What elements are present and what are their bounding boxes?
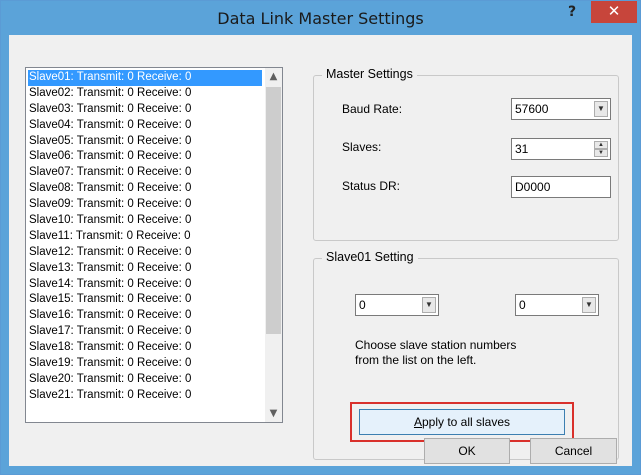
- apply-to-all-button[interactable]: Apply to all slaves: [359, 409, 565, 435]
- chevron-down-icon[interactable]: ▼: [422, 297, 436, 313]
- list-item[interactable]: Slave11: Transmit: 0 Receive: 0: [28, 229, 262, 245]
- scroll-down-icon[interactable]: ▼: [265, 405, 282, 422]
- scroll-thumb[interactable]: [266, 87, 281, 334]
- list-item[interactable]: Slave16: Transmit: 0 Receive: 0: [28, 308, 262, 324]
- slaves-stepper[interactable]: 31 ▲ ▼: [511, 138, 611, 160]
- list-item[interactable]: Slave15: Transmit: 0 Receive: 0: [28, 292, 262, 308]
- status-dr-label: Status DR:: [342, 179, 401, 193]
- close-button[interactable]: ✕: [591, 1, 637, 23]
- baud-rate-select[interactable]: 57600 ▼: [511, 98, 611, 120]
- list-item[interactable]: Slave12: Transmit: 0 Receive: 0: [28, 245, 262, 261]
- baud-rate-value: 57600: [515, 102, 549, 116]
- ok-button[interactable]: OK: [424, 438, 510, 464]
- slave-setting-label: Slave01 Setting: [322, 250, 418, 264]
- receive-select[interactable]: 0 ▼: [515, 294, 599, 316]
- window-title: Data Link Master Settings: [217, 9, 424, 28]
- list-item[interactable]: Slave10: Transmit: 0 Receive: 0: [28, 213, 262, 229]
- slave-hint-line1: Choose slave station numbers: [355, 338, 517, 352]
- list-item[interactable]: Slave01: Transmit: 0 Receive: 0: [28, 70, 262, 86]
- list-item[interactable]: Slave21: Transmit: 0 Receive: 0: [28, 388, 262, 404]
- transmit-value: 0: [359, 298, 366, 312]
- apply-highlight: Apply to all slaves: [350, 402, 574, 442]
- master-settings-label: Master Settings: [322, 67, 417, 81]
- list-scrollbar[interactable]: ▲ ▼: [265, 68, 282, 422]
- chevron-down-icon[interactable]: ▼: [582, 297, 596, 313]
- help-button[interactable]: ?: [555, 1, 589, 25]
- list-item[interactable]: Slave07: Transmit: 0 Receive: 0: [28, 165, 262, 181]
- receive-value: 0: [519, 298, 526, 312]
- master-settings-group: Master Settings Baud Rate: 57600 ▼ Slave…: [313, 67, 619, 241]
- title-bar[interactable]: Data Link Master Settings ? ✕: [1, 1, 640, 35]
- list-item[interactable]: Slave18: Transmit: 0 Receive: 0: [28, 340, 262, 356]
- dialog-window: Data Link Master Settings ? ✕ Slave01: T…: [0, 0, 641, 475]
- scroll-up-icon[interactable]: ▲: [265, 68, 282, 85]
- slaves-value: 31: [515, 142, 529, 156]
- status-dr-field[interactable]: D0000: [511, 176, 611, 198]
- list-item[interactable]: Slave09: Transmit: 0 Receive: 0: [28, 197, 262, 213]
- list-item[interactable]: Slave13: Transmit: 0 Receive: 0: [28, 261, 262, 277]
- cancel-button[interactable]: Cancel: [530, 438, 617, 464]
- list-item[interactable]: Slave02: Transmit: 0 Receive: 0: [28, 86, 262, 102]
- transmit-select[interactable]: 0 ▼: [355, 294, 439, 316]
- baud-rate-label: Baud Rate:: [342, 102, 403, 116]
- slave-list[interactable]: Slave01: Transmit: 0 Receive: 0 Slave02: …: [25, 67, 283, 423]
- slaves-label: Slaves:: [342, 140, 382, 154]
- spin-up-icon[interactable]: ▲: [594, 141, 608, 149]
- apply-label-rest: pply to all slaves: [421, 415, 511, 429]
- chevron-down-icon[interactable]: ▼: [594, 101, 608, 117]
- list-item[interactable]: Slave06: Transmit: 0 Receive: 0: [28, 149, 262, 165]
- apply-label-mnemonic: A: [413, 415, 422, 429]
- slave-list-items: Slave01: Transmit: 0 Receive: 0 Slave02: …: [28, 70, 262, 404]
- slave-setting-group: Slave01 Setting 0 ▼ 0 ▼ Choose slave sta…: [313, 250, 619, 460]
- list-item[interactable]: Slave17: Transmit: 0 Receive: 0: [28, 324, 262, 340]
- spin-down-icon[interactable]: ▼: [594, 149, 608, 157]
- list-item[interactable]: Slave20: Transmit: 0 Receive: 0: [28, 372, 262, 388]
- list-item[interactable]: Slave08: Transmit: 0 Receive: 0: [28, 181, 262, 197]
- list-item[interactable]: Slave04: Transmit: 0 Receive: 0: [28, 118, 262, 134]
- list-item[interactable]: Slave03: Transmit: 0 Receive: 0: [28, 102, 262, 118]
- list-item[interactable]: Slave14: Transmit: 0 Receive: 0: [28, 277, 262, 293]
- dialog-body: Slave01: Transmit: 0 Receive: 0 Slave02: …: [9, 35, 632, 466]
- slave-hint-line2: from the list on the left.: [355, 353, 477, 367]
- list-item[interactable]: Slave05: Transmit: 0 Receive: 0: [28, 134, 262, 150]
- list-item[interactable]: Slave19: Transmit: 0 Receive: 0: [28, 356, 262, 372]
